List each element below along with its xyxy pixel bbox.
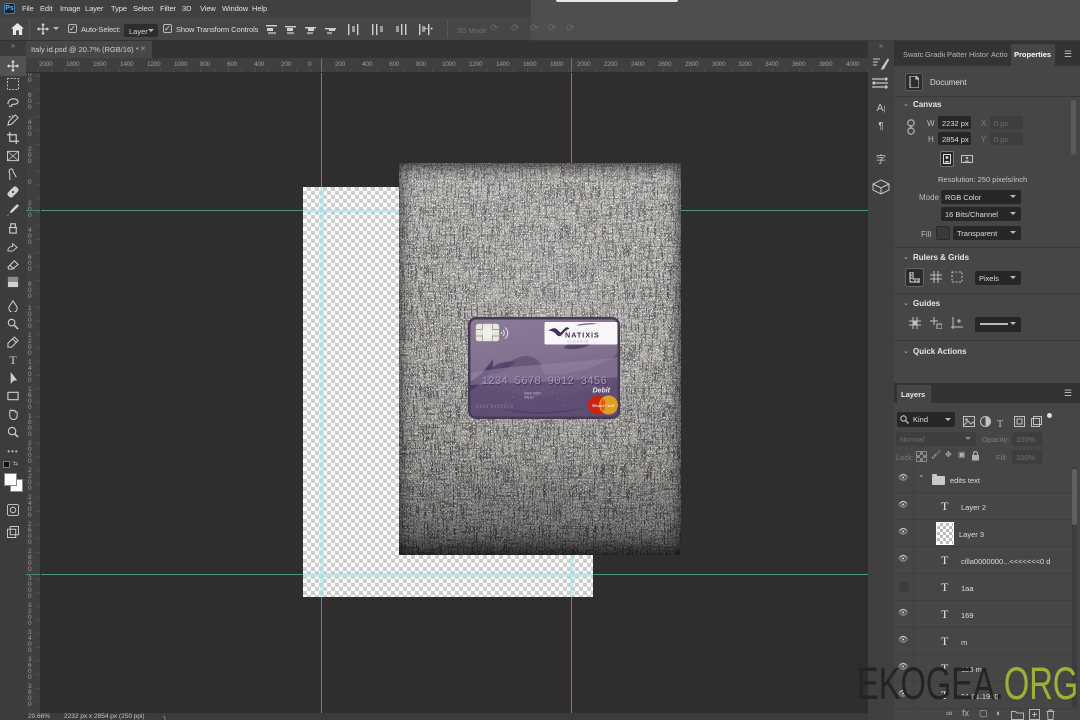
svg-text:T: T <box>9 354 17 366</box>
svg-text:NATIXIS: NATIXIS <box>565 331 600 340</box>
svg-text:XXXX XXXXXXX: XXXX XXXXXXX <box>476 405 515 411</box>
svg-text:ALGERIE: ALGERIE <box>567 340 590 344</box>
svg-text:Debit: Debit <box>593 388 611 395</box>
svg-text:VALID: VALID <box>524 396 534 400</box>
svg-text:MasterCard: MasterCard <box>591 403 615 408</box>
svg-text:1234 5678 9012 3456: 1234 5678 9012 3456 <box>482 376 607 388</box>
